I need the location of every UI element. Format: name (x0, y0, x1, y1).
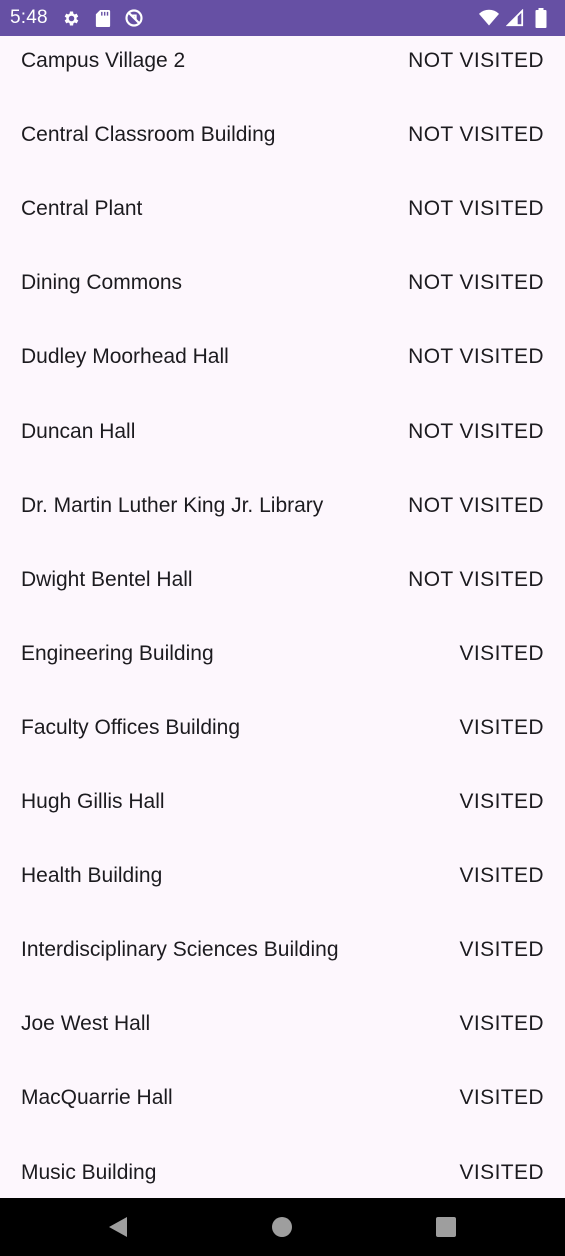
sd-card-icon (93, 8, 113, 28)
visit-status: NOT VISITED (408, 345, 544, 369)
visit-status: VISITED (459, 641, 544, 665)
visit-status: NOT VISITED (408, 197, 544, 221)
recents-icon (436, 1217, 456, 1237)
building-name: Dwight Bentel Hall (21, 567, 193, 591)
list-item[interactable]: Central Plant NOT VISITED (0, 184, 565, 258)
list-item[interactable]: Central Classroom Building NOT VISITED (0, 110, 565, 184)
list-item[interactable]: MacQuarrie Hall VISITED (0, 1073, 565, 1147)
building-name: Engineering Building (21, 641, 214, 665)
building-name: Campus Village 2 (21, 49, 186, 72)
list-item[interactable]: Hugh Gillis Hall VISITED (0, 777, 565, 851)
building-name: Duncan Hall (21, 419, 136, 443)
do-not-disturb-icon (124, 8, 144, 28)
visit-status: VISITED (459, 790, 544, 813)
visit-status: VISITED (459, 1086, 544, 1110)
status-bar: 5:48 (0, 0, 565, 36)
home-icon (272, 1217, 292, 1237)
home-button[interactable] (252, 1198, 312, 1256)
list-item[interactable]: Dwight Bentel Hall NOT VISITED (0, 555, 565, 629)
list-item[interactable]: Dining Commons NOT VISITED (0, 258, 565, 332)
list-item[interactable]: Dudley Moorhead Hall NOT VISITED (0, 332, 565, 406)
visit-status: VISITED (459, 1012, 544, 1036)
list-item[interactable]: Music Building VISITED (0, 1148, 565, 1199)
recents-button[interactable] (416, 1198, 476, 1256)
building-name: Joe West Hall (21, 1012, 151, 1036)
list-item[interactable]: Interdisciplinary Sciences Building VISIT… (0, 925, 565, 999)
building-name: Health Building (21, 864, 163, 888)
visit-status: VISITED (459, 715, 544, 739)
back-icon (109, 1217, 127, 1237)
building-name: Central Plant (21, 197, 143, 221)
list-item[interactable]: Duncan Hall NOT VISITED (0, 407, 565, 481)
list-item[interactable]: Campus Village 2 NOT VISITED (0, 36, 565, 110)
building-name: Faculty Offices Building (21, 715, 241, 739)
visit-status: NOT VISITED (408, 493, 544, 517)
battery-icon (531, 8, 551, 28)
list-item[interactable]: Faculty Offices Building VISITED (0, 703, 565, 777)
building-name: Central Classroom Building (21, 123, 276, 147)
navigation-bar (0, 1198, 565, 1256)
visit-status: NOT VISITED (408, 271, 544, 295)
list-item[interactable]: Health Building VISITED (0, 851, 565, 925)
visit-status: VISITED (459, 1160, 544, 1184)
building-list[interactable]: Campus Village 2 NOT VISITED Central Class… (0, 36, 565, 1198)
status-time: 5:48 (10, 7, 48, 28)
cell-signal-icon (505, 8, 525, 28)
back-button[interactable] (88, 1198, 148, 1256)
visit-status: VISITED (459, 938, 544, 962)
building-name: Interdisciplinary Sciences Building (21, 938, 339, 962)
wifi-icon (479, 8, 499, 28)
building-name: Hugh Gillis Hall (21, 790, 165, 813)
list-item[interactable]: Engineering Building VISITED (0, 629, 565, 703)
visit-status: NOT VISITED (408, 419, 544, 443)
status-right-icons (477, 8, 555, 28)
visit-status: NOT VISITED (408, 123, 544, 147)
building-name: Dudley Moorhead Hall (21, 345, 229, 369)
building-name: Dining Commons (21, 271, 183, 295)
building-name: MacQuarrie Hall (21, 1086, 173, 1110)
visit-status: VISITED (459, 864, 544, 888)
visit-status: NOT VISITED (408, 567, 544, 591)
visit-status: NOT VISITED (408, 49, 544, 72)
list-item[interactable]: Dr. Martin Luther King Jr. Library NOT VI… (0, 481, 565, 555)
settings-icon (62, 8, 82, 28)
list-item[interactable]: Joe West Hall VISITED (0, 999, 565, 1073)
building-name: Dr. Martin Luther King Jr. Library (21, 493, 324, 517)
building-name: Music Building (21, 1160, 157, 1184)
